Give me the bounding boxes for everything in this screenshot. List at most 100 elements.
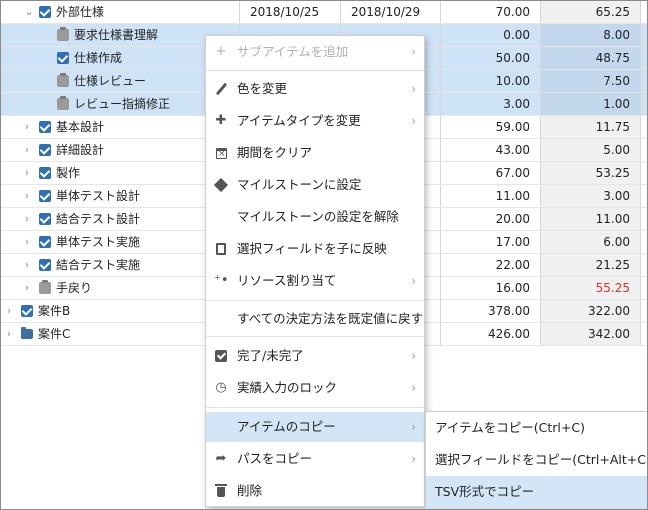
cell-actual: 11.75	[541, 116, 641, 138]
checkbox-checked-icon[interactable]	[39, 236, 51, 248]
clipboard-icon[interactable]	[57, 96, 69, 110]
table-row[interactable]: ⌄ 外部仕様 2018/10/25 2018/10/29 70.00 65.25	[1, 1, 647, 24]
chevron-right-icon[interactable]: ›	[21, 208, 33, 230]
menu-unset-milestone[interactable]: マイルストーンの設定を解除	[206, 202, 424, 232]
menu-label: サブアイテムを追加	[237, 44, 349, 59]
cell-end-date: 2018/10/29	[341, 1, 441, 23]
item-name: 仕様作成	[74, 51, 123, 65]
checkbox-checked-icon[interactable]	[39, 167, 51, 179]
menu-delete[interactable]: 削除	[206, 476, 424, 506]
chevron-right-icon[interactable]: ›	[21, 277, 33, 299]
menu-label: アイテムのコピー	[237, 419, 336, 434]
chevron-right-icon: ›	[411, 452, 416, 466]
menu-label: マイルストーンの設定を解除	[237, 209, 399, 224]
cell-spacer	[641, 93, 647, 115]
cell-planned: 50.00	[441, 47, 541, 69]
cell-actual: 1.00	[541, 93, 641, 115]
cell-planned: 378.00	[441, 300, 541, 322]
menu-label: リソース割り当て	[237, 273, 337, 288]
cell-actual: 65.25	[541, 1, 641, 23]
chevron-right-icon[interactable]: ›	[21, 231, 33, 253]
cell-planned: 22.00	[441, 254, 541, 276]
cell-spacer	[641, 162, 647, 184]
menu-clear-period[interactable]: 期間をクリア	[206, 138, 424, 168]
cell-start-date: 2018/10/25	[240, 1, 341, 23]
cell-spacer	[641, 323, 647, 345]
checkbox-checked-icon[interactable]	[39, 6, 51, 18]
menu-add-sub-item: + サブアイテムを追加 ›	[206, 37, 424, 67]
menu-set-milestone[interactable]: マイルストーンに設定	[206, 170, 424, 200]
menu-reflect-to-children[interactable]: 選択フィールドを子に反映	[206, 234, 424, 264]
cell-actual: 53.25	[541, 162, 641, 184]
menu-separator	[206, 336, 424, 337]
menu-label: すべての決定方法を既定値に戻す	[237, 311, 424, 326]
menu-assign-resource[interactable]: ⁺• リソース割り当て ›	[206, 266, 424, 296]
checkbox-checked-icon[interactable]	[21, 305, 33, 317]
item-name: 手戻り	[56, 281, 93, 295]
menu-label: マイルストーンに設定	[237, 177, 362, 192]
item-name: 仕様レビュー	[74, 74, 147, 88]
menu-change-item-type[interactable]: ✚ アイテムタイプを変更 ›	[206, 106, 424, 136]
clipboard-icon	[214, 242, 228, 256]
menu-separator	[206, 407, 424, 408]
menu-change-color[interactable]: 色を変更 ›	[206, 74, 424, 104]
clipboard-icon[interactable]	[57, 73, 69, 87]
menu-label: 実績入力のロック	[237, 380, 338, 395]
add-person-icon: ⁺•	[214, 273, 229, 288]
chevron-right-icon[interactable]: ›	[21, 162, 33, 184]
cell-planned: 59.00	[441, 116, 541, 138]
clipboard-icon[interactable]	[39, 280, 51, 294]
menu-done-toggle[interactable]: 完了/未完了 ›	[206, 341, 424, 371]
chevron-right-icon: ›	[411, 82, 416, 96]
menu-reset-defaults[interactable]: すべての決定方法を既定値に戻す	[206, 304, 424, 334]
cell-planned: 11.00	[441, 185, 541, 207]
chevron-right-icon: ›	[411, 349, 416, 363]
checkbox-icon	[214, 349, 228, 363]
chevron-right-icon[interactable]: ›	[21, 116, 33, 138]
cell-spacer	[641, 231, 647, 253]
menu-copy-path[interactable]: ➦ パスをコピー ›	[206, 444, 424, 474]
checkbox-checked-icon[interactable]	[39, 144, 51, 156]
chevron-right-icon[interactable]: ›	[21, 254, 33, 276]
chevron-right-icon: ›	[411, 381, 416, 395]
chevron-right-icon[interactable]: ›	[3, 300, 15, 322]
item-name: 結合テスト実施	[56, 258, 141, 272]
submenu-copy-item[interactable]: アイテムをコピー(Ctrl+C)	[426, 412, 647, 444]
cell-planned: 70.00	[441, 1, 541, 23]
chevron-right-icon[interactable]: ›	[3, 323, 15, 345]
submenu-copy-tsv[interactable]: TSV形式でコピー	[426, 476, 647, 508]
checkbox-checked-icon[interactable]	[57, 52, 69, 64]
cell-spacer	[641, 70, 647, 92]
clipboard-icon[interactable]	[57, 27, 69, 41]
trash-icon	[214, 484, 228, 498]
share-arrow-icon: ➦	[215, 451, 227, 466]
menu-copy-item[interactable]: アイテムのコピー ›	[206, 412, 424, 442]
folder-icon	[21, 327, 33, 339]
chevron-down-icon[interactable]: ⌄	[23, 1, 35, 23]
menu-label: 削除	[237, 483, 263, 498]
cell-planned: 0.00	[441, 24, 541, 46]
cell-planned: 20.00	[441, 208, 541, 230]
cell-actual: 5.00	[541, 139, 641, 161]
checkbox-checked-icon[interactable]	[39, 121, 51, 133]
cell-planned: 426.00	[441, 323, 541, 345]
cell-spacer	[641, 300, 647, 322]
clock-lock-icon: ◷	[215, 380, 227, 395]
chevron-right-icon: ›	[411, 114, 416, 128]
cell-actual: 3.00	[541, 185, 641, 207]
submenu-copy-fields[interactable]: 選択フィールドをコピー(Ctrl+Alt+C)	[426, 444, 647, 476]
checkbox-checked-icon[interactable]	[39, 213, 51, 225]
checkbox-checked-icon[interactable]	[39, 190, 51, 202]
calendar-clear-icon	[214, 146, 228, 161]
cell-spacer	[641, 47, 647, 69]
chevron-right-icon[interactable]: ›	[21, 139, 33, 161]
item-name: 結合テスト設計	[56, 212, 141, 226]
checkbox-checked-icon[interactable]	[39, 259, 51, 271]
menu-lock-actuals[interactable]: ◷ 実績入力のロック ›	[206, 373, 424, 403]
cell-spacer	[641, 139, 647, 161]
item-name: 単体テスト実施	[56, 235, 141, 249]
chevron-right-icon: ›	[411, 274, 416, 288]
menu-label: 完了/未完了	[237, 348, 304, 363]
item-name: レビュー指摘修正	[74, 97, 171, 111]
chevron-right-icon[interactable]: ›	[21, 185, 33, 207]
